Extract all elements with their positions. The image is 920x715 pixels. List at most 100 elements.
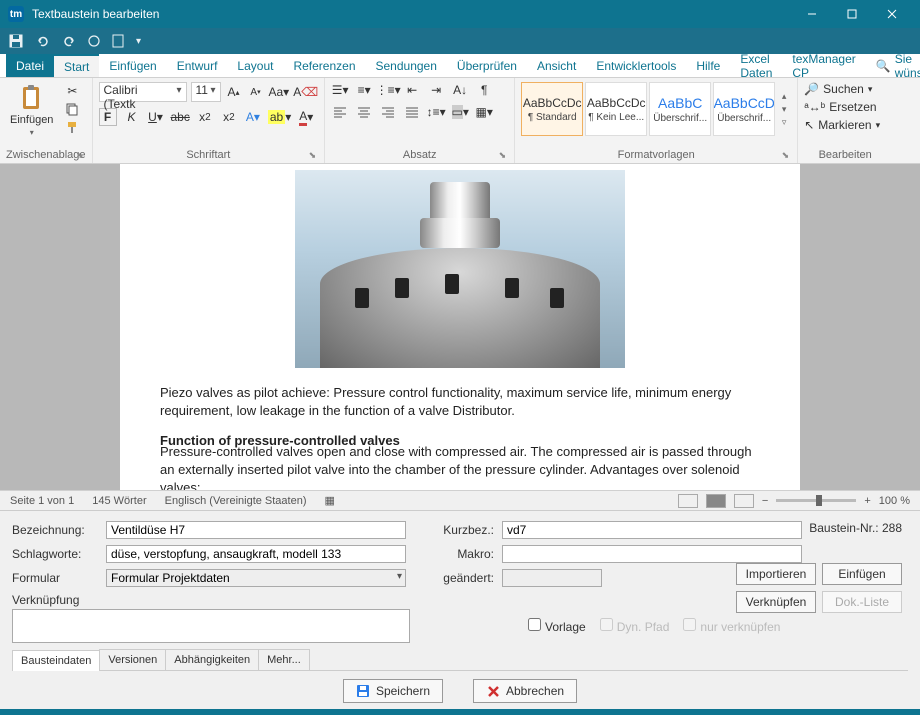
style-standard[interactable]: AaBbCcDc¶ Standard	[521, 82, 583, 136]
tab-sendungen[interactable]: Sendungen	[366, 54, 447, 77]
doc-paragraph-1[interactable]: Piezo valves as pilot achieve: Pressure …	[160, 384, 760, 420]
select-button[interactable]: ↖Markieren ▾	[804, 118, 880, 132]
highlight-icon[interactable]: ab▾	[268, 108, 291, 126]
decrease-indent-icon[interactable]: ⇤	[403, 82, 421, 98]
input-geaendert[interactable]	[502, 569, 602, 587]
cut-icon[interactable]: ✂	[63, 84, 81, 98]
qat-redo-icon[interactable]	[62, 34, 76, 48]
tab-datei[interactable]: Datei	[6, 54, 54, 77]
zoom-level[interactable]: 100 %	[879, 495, 910, 507]
tab-einfuegen[interactable]: Einfügen	[99, 54, 166, 77]
font-launcher[interactable]: ⬊	[309, 150, 317, 161]
font-size-combo[interactable]: 11	[191, 82, 221, 102]
clear-formatting-icon[interactable]: A⌫	[293, 83, 318, 101]
doc-paragraph-2[interactable]: Pressure-controlled valves open and clos…	[160, 443, 760, 490]
subscript-button[interactable]: x2	[196, 108, 214, 126]
view-read-icon[interactable]	[678, 494, 698, 508]
tab-ueberpruefen[interactable]: Überprüfen	[447, 54, 527, 77]
qat-circle-icon[interactable]	[88, 35, 100, 47]
justify-icon[interactable]	[403, 104, 421, 120]
bullets-icon[interactable]: ☰▾	[331, 82, 349, 98]
input-bezeichnung[interactable]	[106, 521, 406, 539]
superscript-button[interactable]: x2	[220, 108, 238, 126]
styles-more-button[interactable]: ▴▾▿	[777, 82, 791, 136]
style-ueberschrift1[interactable]: AaBbCÜberschrif...	[649, 82, 711, 136]
document-image[interactable]	[295, 170, 625, 368]
tab-ansicht[interactable]: Ansicht	[527, 54, 586, 77]
text-effects-icon[interactable]: A▾	[244, 108, 262, 126]
qat-undo-icon[interactable]	[36, 34, 50, 48]
zoom-slider[interactable]	[776, 499, 856, 502]
button-abbrechen[interactable]: Abbrechen	[473, 679, 577, 703]
tab-mehr[interactable]: Mehr...	[258, 649, 310, 670]
tab-texmanager[interactable]: texManager CP	[782, 54, 865, 77]
input-kurzbez[interactable]	[502, 521, 802, 539]
status-page[interactable]: Seite 1 von 1	[10, 495, 74, 507]
status-language[interactable]: Englisch (Vereinigte Staaten)	[165, 495, 307, 507]
tell-me-search[interactable]: 🔍Sie wüns	[866, 54, 920, 77]
tab-referenzen[interactable]: Referenzen	[283, 54, 365, 77]
input-makro[interactable]	[502, 545, 802, 563]
maximize-button[interactable]	[832, 0, 872, 28]
multilevel-icon[interactable]: ⋮≡▾	[379, 82, 397, 98]
textarea-verknuepfung[interactable]	[12, 609, 410, 643]
change-case-icon[interactable]: Aa▾	[269, 83, 290, 101]
clipboard-launcher[interactable]: ⬊	[76, 150, 84, 161]
align-left-icon[interactable]	[331, 104, 349, 120]
minimize-button[interactable]	[792, 0, 832, 28]
find-button[interactable]: 🔎Suchen ▾	[804, 82, 880, 96]
copy-icon[interactable]	[63, 102, 81, 116]
qat-dropdown-icon[interactable]: ▾	[136, 36, 141, 47]
sort-icon[interactable]: A↓	[451, 82, 469, 98]
document-viewport[interactable]: Piezo valves as pilot achieve: Pressure …	[0, 164, 920, 490]
decrease-font-icon[interactable]: A▾	[247, 83, 265, 101]
checkbox-vorlage[interactable]: Vorlage	[528, 618, 586, 634]
shading-icon[interactable]: ▭▾	[451, 104, 469, 120]
label-schlagworte: Schlagworte:	[12, 547, 98, 561]
input-schlagworte[interactable]	[106, 545, 406, 563]
font-color-icon[interactable]: A▾	[297, 108, 315, 126]
view-web-icon[interactable]	[734, 494, 754, 508]
qat-save-icon[interactable]	[8, 33, 24, 49]
show-marks-icon[interactable]: ¶	[475, 82, 493, 98]
tab-layout[interactable]: Layout	[227, 54, 283, 77]
tab-abhaengigkeiten[interactable]: Abhängigkeiten	[165, 649, 259, 670]
align-right-icon[interactable]	[379, 104, 397, 120]
line-spacing-icon[interactable]: ↕≡▾	[427, 104, 445, 120]
zoom-in-button[interactable]: +	[864, 495, 870, 507]
tab-entwicklertools[interactable]: Entwicklertools	[586, 54, 686, 77]
button-importieren[interactable]: Importieren	[736, 563, 816, 585]
increase-indent-icon[interactable]: ⇥	[427, 82, 445, 98]
increase-font-icon[interactable]: A▴	[225, 83, 243, 101]
button-verknuepfen[interactable]: Verknüpfen	[736, 591, 816, 613]
font-name-combo[interactable]: Calibri (Textk	[99, 82, 187, 102]
styles-launcher[interactable]: ⬊	[782, 150, 790, 161]
status-macro-icon[interactable]: ▦	[325, 494, 335, 507]
numbering-icon[interactable]: ≡▾	[355, 82, 373, 98]
status-words[interactable]: 145 Wörter	[92, 495, 146, 507]
style-ueberschrift2[interactable]: AaBbCcDÜberschrif...	[713, 82, 775, 136]
tab-bausteindaten[interactable]: Bausteindaten	[12, 650, 100, 671]
replace-button[interactable]: ᵃ↔ᵇErsetzen	[804, 100, 880, 114]
combo-formular[interactable]	[106, 569, 406, 587]
tab-exceldaten[interactable]: Excel Daten	[730, 54, 782, 77]
tab-hilfe[interactable]: Hilfe	[686, 54, 730, 77]
borders-icon[interactable]: ▦▾	[475, 104, 493, 120]
paragraph-launcher[interactable]: ⬊	[499, 150, 507, 161]
close-button[interactable]	[872, 0, 912, 28]
qat-new-icon[interactable]	[112, 34, 124, 48]
underline-button[interactable]: U▾	[147, 108, 165, 126]
baustein-nr: Baustein-Nr.: 288	[809, 521, 902, 535]
button-speichern[interactable]: Speichern	[343, 679, 443, 703]
tab-versionen[interactable]: Versionen	[99, 649, 166, 670]
tab-start[interactable]: Start	[54, 54, 99, 77]
zoom-out-button[interactable]: −	[762, 495, 768, 507]
button-einfuegen[interactable]: Einfügen	[822, 563, 902, 585]
strikethrough-button[interactable]: abc	[171, 108, 190, 126]
tab-entwurf[interactable]: Entwurf	[167, 54, 228, 77]
format-painter-icon[interactable]	[63, 120, 81, 134]
align-center-icon[interactable]	[355, 104, 373, 120]
paste-button[interactable]: Einfügen ▾	[6, 82, 57, 139]
view-print-icon[interactable]	[706, 494, 726, 508]
style-kein-leerraum[interactable]: AaBbCcDc¶ Kein Lee...	[585, 82, 647, 136]
